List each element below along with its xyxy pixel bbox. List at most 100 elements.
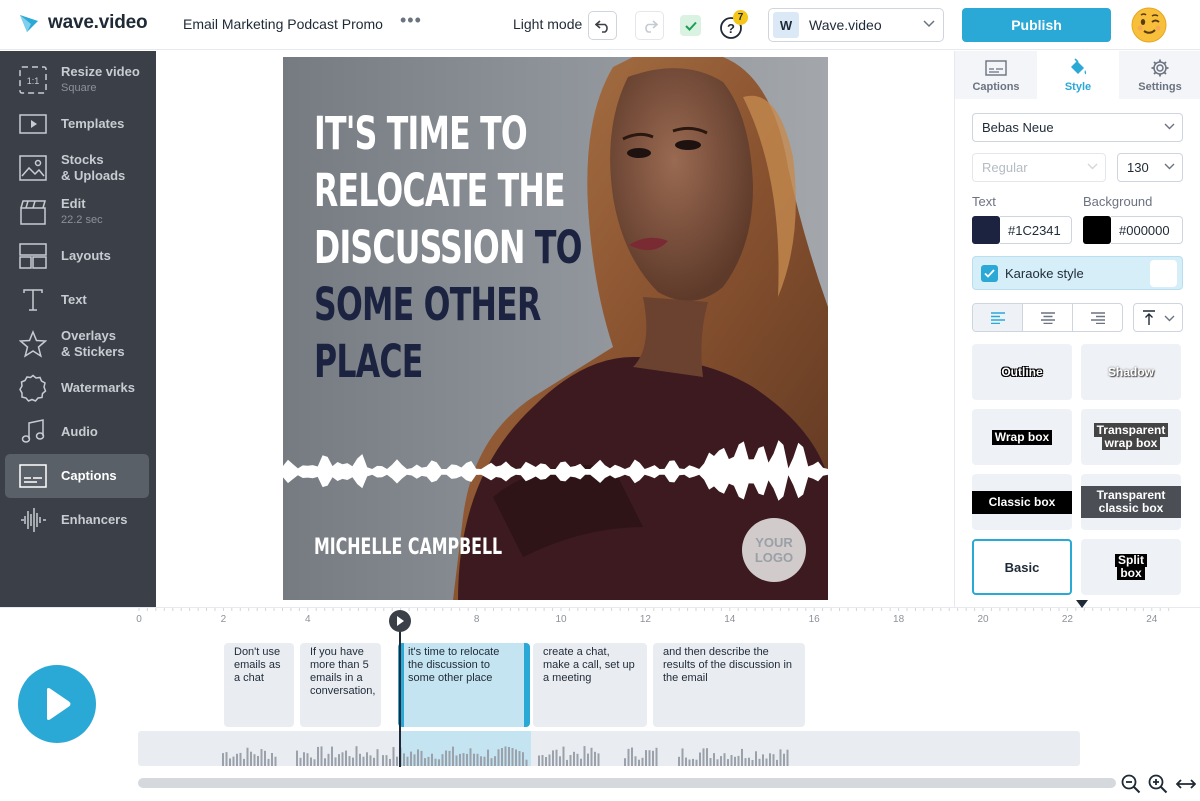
preset-transparent-classic-box[interactable]: Transparent classic box bbox=[1081, 474, 1181, 530]
ruler-tick-label: 14 bbox=[724, 614, 736, 625]
end-marker[interactable] bbox=[1076, 600, 1088, 608]
sidebar-item-sub: Square bbox=[61, 82, 97, 94]
video-preview[interactable]: IT'S TIME TO RELOCATE THE DISCUSSION TO … bbox=[283, 57, 828, 600]
sidebar-item-edit[interactable]: Edit 22.2 sec bbox=[5, 190, 149, 234]
wave-logo-icon bbox=[20, 15, 38, 32]
align-right-icon bbox=[1090, 311, 1105, 324]
align-left-button[interactable] bbox=[973, 304, 1023, 331]
sidebar-item-label: Stocks bbox=[61, 152, 104, 167]
caption-clip[interactable]: and then describe the results of the dis… bbox=[653, 643, 805, 727]
headline-line: PLACE bbox=[314, 335, 423, 388]
chevron-down-icon bbox=[923, 20, 935, 28]
tab-style[interactable]: Style bbox=[1037, 51, 1119, 99]
karaoke-color-swatch[interactable] bbox=[1150, 260, 1177, 287]
app-logo[interactable]: wave.video bbox=[18, 12, 148, 34]
karaoke-style-option[interactable]: Karaoke style bbox=[972, 256, 1183, 290]
caption-headline[interactable]: IT'S TIME TO RELOCATE THE DISCUSSION TO … bbox=[314, 105, 582, 390]
caption-clip[interactable]: If you have more than 5 emails in a conv… bbox=[300, 643, 381, 727]
preset-transparent-wrap-box[interactable]: Transparent wrap box bbox=[1081, 409, 1181, 465]
redo-button[interactable] bbox=[635, 11, 664, 40]
preset-wrap-box[interactable]: Wrap box bbox=[972, 409, 1072, 465]
zoom-in-button[interactable] bbox=[1147, 773, 1169, 795]
background-color-swatch[interactable] bbox=[1083, 216, 1111, 244]
sidebar-item-text[interactable]: Text bbox=[5, 278, 149, 322]
light-mode-toggle[interactable]: Light mode bbox=[513, 16, 582, 32]
logo-placeholder[interactable]: YOUR LOGO bbox=[742, 518, 806, 582]
karaoke-label: Karaoke style bbox=[1005, 266, 1084, 281]
gear-icon bbox=[1149, 58, 1171, 78]
headline-line: DISCUSSION bbox=[314, 221, 525, 274]
saved-status bbox=[680, 15, 701, 36]
preset-label: Transparent bbox=[1093, 423, 1169, 437]
text-color-input[interactable]: #1C2341 bbox=[1000, 216, 1072, 244]
speaker-name[interactable]: MICHELLE CAMPBELL bbox=[314, 535, 502, 560]
preset-outline[interactable]: Outline bbox=[972, 344, 1072, 400]
background-color-input[interactable]: #000000 bbox=[1111, 216, 1183, 244]
zoom-out-button[interactable] bbox=[1120, 773, 1142, 795]
caption-clip[interactable]: Don't use emails as a chat bbox=[224, 643, 294, 727]
ruler-tick-label: 20 bbox=[977, 614, 989, 625]
align-right-button[interactable] bbox=[1073, 304, 1122, 331]
font-weight-select[interactable]: Regular bbox=[972, 153, 1106, 182]
sidebar-item-label: Resize video bbox=[61, 64, 140, 79]
sidebar-item-stocks-uploads[interactable]: Stocks & Uploads bbox=[5, 146, 149, 190]
publish-button[interactable]: Publish bbox=[962, 8, 1111, 42]
text-icon bbox=[19, 286, 47, 314]
check-icon bbox=[684, 21, 697, 31]
notification-badge: 7 bbox=[733, 10, 748, 25]
sidebar-item-overlays-stickers[interactable]: Overlays & Stickers bbox=[5, 322, 149, 366]
preset-label: Shadow bbox=[1107, 364, 1154, 379]
sidebar-item-resize-video[interactable]: 1:1 Resize video Square bbox=[5, 58, 149, 102]
timeline-scrollbar[interactable] bbox=[138, 778, 1116, 788]
font-size-select[interactable]: 130 bbox=[1117, 153, 1183, 182]
sidebar-item-templates[interactable]: Templates bbox=[5, 102, 149, 146]
headline-line: IT'S TIME TO bbox=[314, 107, 528, 160]
resize-icon: 1:1 bbox=[19, 66, 47, 94]
ruler-tick-label: 4 bbox=[305, 614, 311, 625]
font-family-select[interactable]: Bebas Neue bbox=[972, 113, 1183, 142]
ruler-tick-label: 12 bbox=[639, 614, 651, 625]
tab-settings[interactable]: Settings bbox=[1119, 51, 1200, 99]
sidebar-item-enhancers[interactable]: Enhancers bbox=[5, 498, 149, 542]
stocks-icon bbox=[19, 154, 47, 182]
preset-basic[interactable]: Basic bbox=[972, 539, 1072, 595]
caption-clip-selected[interactable]: it's time to relocate the discussion to … bbox=[398, 643, 530, 727]
resize-ratio-label: 1:1 bbox=[27, 76, 40, 86]
sidebar-item-label: Captions bbox=[61, 468, 117, 483]
playhead-handle[interactable] bbox=[389, 610, 411, 632]
ruler-tick-label: 10 bbox=[555, 614, 567, 625]
audio-track[interactable] bbox=[138, 731, 1080, 766]
font-size-value: 130 bbox=[1127, 160, 1149, 175]
user-avatar-wink-icon[interactable] bbox=[1131, 7, 1167, 43]
timeline-ruler[interactable]: 024681012141618202224 bbox=[0, 607, 1200, 631]
playhead-line bbox=[399, 617, 401, 767]
sidebar-item-label: Templates bbox=[61, 116, 125, 131]
preset-shadow[interactable]: Shadow bbox=[1081, 344, 1181, 400]
captions-icon bbox=[19, 462, 47, 490]
play-button[interactable] bbox=[18, 665, 96, 743]
undo-button[interactable] bbox=[588, 11, 617, 40]
sidebar-item-audio[interactable]: Audio bbox=[5, 410, 149, 454]
text-color-swatch[interactable] bbox=[972, 216, 1000, 244]
preset-label: Wrap box bbox=[991, 429, 1053, 445]
caption-clip[interactable]: create a chat, make a call, set up a mee… bbox=[533, 643, 647, 727]
preset-classic-box[interactable]: Classic box bbox=[972, 474, 1072, 530]
preset-split-box[interactable]: Split box bbox=[1081, 539, 1181, 595]
fit-width-button[interactable] bbox=[1175, 773, 1197, 795]
sidebar-item-captions[interactable]: Captions bbox=[5, 454, 149, 498]
watermark-icon bbox=[19, 374, 47, 402]
karaoke-checkbox[interactable] bbox=[981, 265, 998, 282]
sidebar-item-watermarks[interactable]: Watermarks bbox=[5, 366, 149, 410]
sidebar-item-label: Audio bbox=[61, 424, 98, 439]
sidebar-item-layouts[interactable]: Layouts bbox=[5, 234, 149, 278]
project-title[interactable]: Email Marketing Podcast Promo bbox=[183, 16, 383, 32]
tab-captions[interactable]: Captions bbox=[955, 51, 1037, 99]
tab-label: Captions bbox=[972, 81, 1020, 93]
align-center-button[interactable] bbox=[1023, 304, 1073, 331]
workspace-select[interactable]: W Wave.video bbox=[768, 8, 944, 42]
vertical-align-select[interactable] bbox=[1133, 303, 1183, 332]
style-panel: Captions Style Settings Bebas Neue Regul… bbox=[954, 51, 1200, 607]
expand-horizontal-icon bbox=[1176, 779, 1196, 789]
more-menu-button[interactable]: ••• bbox=[400, 10, 422, 31]
logo-placeholder-line: LOGO bbox=[754, 550, 794, 565]
